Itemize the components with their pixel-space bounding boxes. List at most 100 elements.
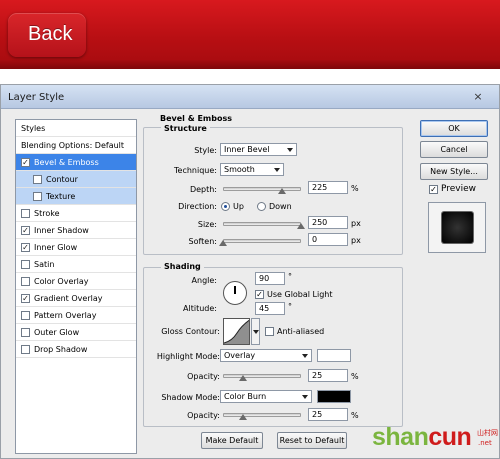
gloss-contour-label: Gloss Contour: — [161, 327, 220, 336]
styles-list-item-label: Drop Shadow — [34, 345, 88, 354]
anti-aliased-label: Anti-aliased — [277, 327, 325, 336]
style-checkbox[interactable]: ✓ — [21, 158, 30, 167]
highlight-mode-dropdown[interactable]: Overlay — [220, 349, 312, 362]
styles-list-item-label: Contour — [46, 175, 78, 184]
style-checkbox[interactable] — [33, 192, 42, 201]
soften-slider-track[interactable] — [223, 239, 301, 243]
shading-title: Shading — [161, 262, 204, 271]
styles-list-item[interactable]: ✓ Inner Shadow — [16, 222, 136, 239]
preview-checkbox[interactable]: ✓ — [429, 185, 438, 194]
style-checkbox[interactable] — [21, 209, 30, 218]
watermark-sub: 山村网 — [477, 429, 498, 437]
styles-list-item-label: Stroke — [34, 209, 60, 218]
styles-list-item-label: Gradient Overlay — [34, 294, 103, 303]
depth-slider-track[interactable] — [223, 187, 301, 191]
screenshot: Back Layer Style × Styles Blending Optio… — [0, 0, 500, 459]
style-label: Style: — [194, 146, 217, 155]
ok-button[interactable]: OK — [420, 120, 488, 137]
shadow-opacity-track[interactable] — [223, 413, 301, 417]
style-checkbox[interactable] — [21, 277, 30, 286]
soften-slider-thumb[interactable] — [219, 240, 227, 246]
size-label: Size: — [197, 220, 217, 229]
reset-to-default-button[interactable]: Reset to Default — [277, 432, 347, 449]
altitude-field[interactable]: 45 — [255, 302, 285, 315]
styles-list-item-label: Texture — [46, 192, 76, 201]
technique-dropdown[interactable]: Smooth — [220, 163, 284, 176]
style-checkbox[interactable]: ✓ — [21, 226, 30, 235]
highlight-opacity-unit: % — [351, 372, 359, 381]
styles-list-item-label: Color Overlay — [34, 277, 89, 286]
preview-label: Preview — [441, 184, 477, 194]
chevron-down-icon — [274, 168, 280, 172]
highlight-opacity-track[interactable] — [223, 374, 301, 378]
technique-dropdown-value: Smooth — [224, 165, 255, 174]
size-unit: px — [351, 219, 361, 228]
style-checkbox[interactable]: ✓ — [21, 243, 30, 252]
shadow-opacity-field[interactable]: 25 — [308, 408, 348, 421]
direction-up-radio[interactable] — [221, 202, 230, 211]
dialog-titlebar[interactable]: Layer Style × — [1, 85, 499, 109]
anti-aliased-checkbox[interactable] — [265, 327, 274, 336]
style-checkbox[interactable] — [21, 311, 30, 320]
watermark-part2: cun — [428, 423, 472, 451]
preview-swatch — [442, 212, 473, 243]
style-checkbox[interactable] — [21, 260, 30, 269]
new-style-button[interactable]: New Style... — [420, 163, 488, 180]
shadow-mode-dropdown[interactable]: Color Burn — [220, 390, 312, 403]
highlight-color-swatch[interactable] — [317, 349, 351, 362]
styles-list-item[interactable]: ✓ Gradient Overlay — [16, 290, 136, 307]
styles-list-item-label: Outer Glow — [34, 328, 80, 337]
styles-list-item[interactable]: ✓ Inner Glow — [16, 239, 136, 256]
styles-list-item[interactable]: Drop Shadow — [16, 341, 136, 358]
direction-label: Direction: — [178, 202, 217, 211]
contour-curve-icon — [224, 319, 249, 344]
depth-unit: % — [351, 184, 359, 193]
blending-options-item[interactable]: Blending Options: Default — [16, 137, 136, 154]
gloss-contour-dropdown[interactable] — [251, 318, 260, 345]
styles-list-item-label: Bevel & Emboss — [34, 158, 99, 167]
styles-list-item[interactable]: Satin — [16, 256, 136, 273]
style-dropdown[interactable]: Inner Bevel — [220, 143, 297, 156]
style-checkbox[interactable] — [33, 175, 42, 184]
gloss-contour-preview[interactable] — [223, 318, 250, 345]
styles-list-item[interactable]: Pattern Overlay — [16, 307, 136, 324]
highlight-mode-value: Overlay — [224, 351, 256, 360]
direction-down-radio[interactable] — [257, 202, 266, 211]
depth-field[interactable]: 225 — [308, 181, 348, 194]
app-header-shadow — [0, 60, 500, 69]
shadow-color-swatch[interactable] — [317, 390, 351, 403]
chevron-down-icon — [302, 354, 308, 358]
styles-list-item[interactable]: Texture — [16, 188, 136, 205]
style-checkbox[interactable]: ✓ — [21, 294, 30, 303]
back-button[interactable]: Back — [8, 13, 86, 57]
styles-list-item[interactable]: Stroke — [16, 205, 136, 222]
depth-slider-thumb[interactable] — [277, 188, 286, 194]
make-default-button[interactable]: Make Default — [201, 432, 263, 449]
use-global-light-checkbox[interactable]: ✓ — [255, 290, 264, 299]
size-field[interactable]: 250 — [308, 216, 348, 229]
highlight-opacity-thumb[interactable] — [238, 375, 247, 381]
close-icon[interactable]: × — [469, 89, 487, 104]
chevron-down-icon — [287, 148, 293, 152]
styles-list-item[interactable]: Color Overlay — [16, 273, 136, 290]
watermark-tld: .net — [478, 439, 492, 447]
cancel-button[interactable]: Cancel — [420, 141, 488, 158]
styles-list-item[interactable]: ✓ Bevel & Emboss — [16, 154, 136, 171]
style-checkbox[interactable] — [21, 328, 30, 337]
structure-title: Structure — [161, 124, 210, 133]
size-slider-thumb[interactable] — [297, 223, 305, 229]
soften-field[interactable]: 0 — [308, 233, 348, 246]
styles-list-item[interactable]: Contour — [16, 171, 136, 188]
styles-header[interactable]: Styles — [16, 120, 136, 137]
styles-list-item[interactable]: Outer Glow — [16, 324, 136, 341]
angle-dial[interactable] — [223, 281, 247, 305]
shadow-opacity-thumb[interactable] — [238, 414, 247, 420]
size-slider-track[interactable] — [223, 222, 301, 226]
styles-list-item-label: Satin — [34, 260, 55, 269]
chevron-down-icon — [302, 395, 308, 399]
soften-label: Soften: — [188, 237, 217, 246]
style-checkbox[interactable] — [21, 345, 30, 354]
highlight-opacity-field[interactable]: 25 — [308, 369, 348, 382]
watermark-part1: shan — [372, 423, 429, 451]
angle-field[interactable]: 90 — [255, 272, 285, 285]
